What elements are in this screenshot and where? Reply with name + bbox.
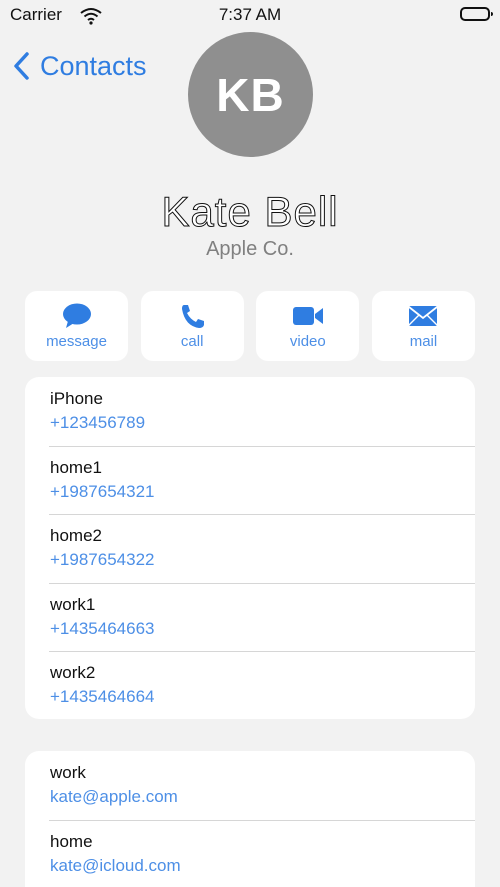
phone-label: home1 bbox=[50, 457, 102, 477]
contact-name: Kate Bell bbox=[161, 188, 339, 236]
phone-row-home1[interactable]: home1 +1987654321 bbox=[25, 445, 475, 515]
call-button-label: call bbox=[180, 333, 204, 350]
phone-icon bbox=[182, 305, 205, 328]
phone-label: iPhone bbox=[50, 389, 103, 408]
video-button[interactable]: video bbox=[256, 291, 360, 361]
message-bubble-icon bbox=[62, 303, 91, 328]
email-label: work bbox=[50, 763, 86, 782]
phone-label: home2 bbox=[50, 526, 102, 545]
message-button[interactable]: message bbox=[25, 291, 128, 361]
phone-row-work2[interactable]: work2 +1435464664 bbox=[25, 651, 475, 719]
phone-row-iphone[interactable]: iPhone +123456789 bbox=[25, 377, 475, 446]
contact-company: Apple Co. bbox=[206, 238, 294, 260]
email-address[interactable]: kate@apple.com bbox=[50, 787, 178, 807]
phone-number[interactable]: +123456789 bbox=[50, 413, 145, 433]
phone-label: work2 bbox=[50, 663, 96, 682]
mail-button[interactable]: mail bbox=[371, 291, 475, 361]
status-bar: Carrier 7:37 AM bbox=[0, 0, 500, 30]
email-address[interactable]: kate@icloud.com bbox=[50, 856, 181, 876]
phone-number[interactable]: +1435464664 bbox=[50, 687, 154, 707]
status-time: 7:37 AM bbox=[218, 5, 282, 24]
back-button-label: Contacts bbox=[40, 50, 147, 81]
video-camera-icon bbox=[292, 307, 323, 325]
action-buttons: message call video mail bbox=[25, 291, 475, 361]
call-button[interactable]: call bbox=[140, 291, 244, 361]
phone-label: work1 bbox=[50, 594, 96, 614]
back-button[interactable]: Contacts bbox=[12, 48, 147, 84]
phone-number[interactable]: +1987654321 bbox=[50, 482, 154, 502]
phone-row-work1[interactable]: work1 +1435464663 bbox=[25, 582, 475, 652]
phone-numbers-card: iPhone +123456789 home1 +1987654321 home… bbox=[25, 377, 475, 719]
phone-row-home2[interactable]: home2 +1987654322 bbox=[25, 514, 475, 583]
avatar: KB bbox=[188, 32, 313, 157]
mail-button-label: mail bbox=[409, 333, 438, 350]
chevron-left-icon bbox=[14, 52, 29, 80]
message-button-label: message bbox=[46, 333, 107, 350]
emails-card: work kate@apple.com home kate@icloud.com bbox=[25, 751, 475, 887]
battery-icon bbox=[460, 7, 493, 21]
envelope-icon bbox=[408, 306, 439, 326]
email-row-home[interactable]: home kate@icloud.com bbox=[25, 819, 475, 887]
email-label: home bbox=[50, 831, 93, 851]
email-row-work[interactable]: work kate@apple.com bbox=[25, 751, 475, 820]
avatar-initials: KB bbox=[216, 68, 285, 121]
video-button-label: video bbox=[289, 333, 326, 350]
phone-number[interactable]: +1987654322 bbox=[50, 550, 154, 570]
phone-number[interactable]: +1435464663 bbox=[50, 619, 154, 639]
